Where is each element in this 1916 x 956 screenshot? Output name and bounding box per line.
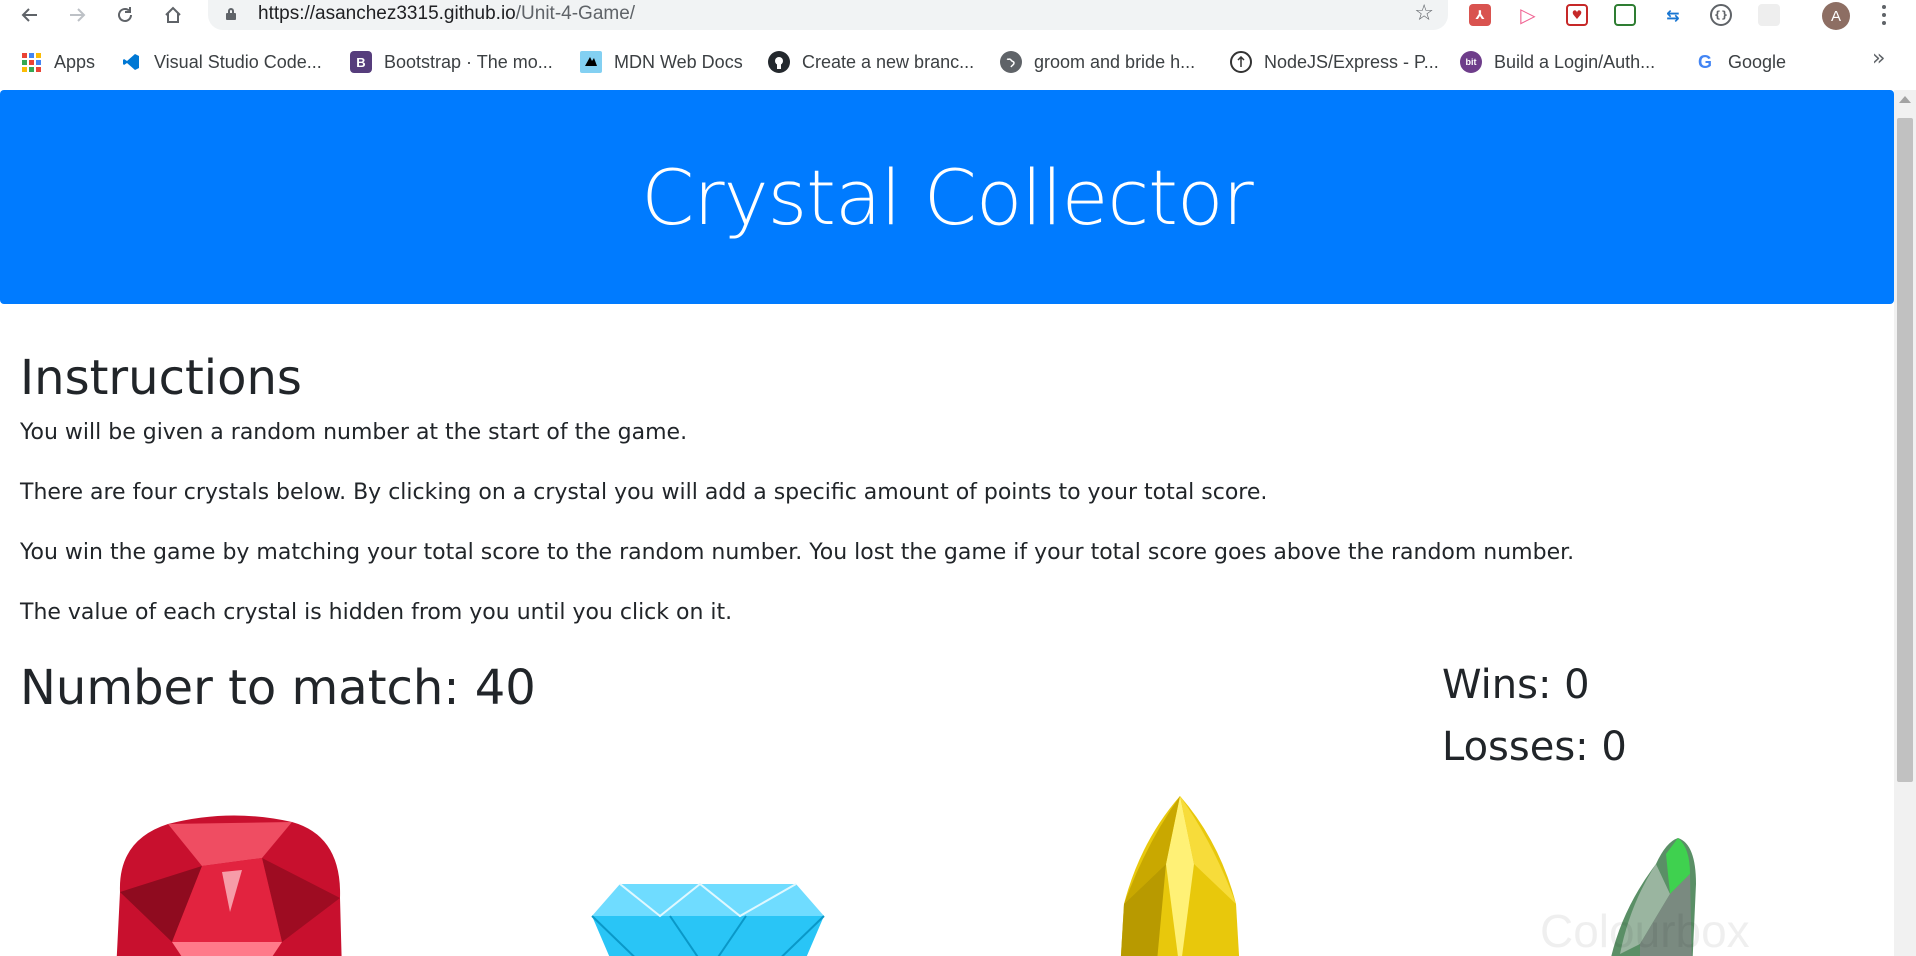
browser-menu-icon[interactable]	[1876, 0, 1892, 30]
page-title: Crystal Collector	[641, 152, 1253, 242]
vscode-icon	[120, 51, 142, 73]
bookmarks-bar: Apps Visual Studio Code... B Bootstrap ·…	[0, 46, 1916, 78]
nodejs-icon	[1230, 51, 1252, 73]
header-banner: Crystal Collector	[0, 90, 1894, 304]
image-watermark: Colourbox	[1540, 905, 1750, 956]
instruction-paragraph: The value of each crystal is hidden from…	[20, 600, 733, 625]
blank-extension-icon[interactable]	[1758, 4, 1780, 26]
red-crystal-image	[116, 815, 342, 956]
bookmark-apps[interactable]: Apps	[20, 46, 95, 78]
bit-icon: bit	[1460, 51, 1482, 73]
wins-count: Wins: 0	[1442, 662, 1590, 708]
lock-icon	[226, 8, 236, 20]
pocket-extension-icon[interactable]: ♥	[1566, 4, 1588, 26]
profile-avatar[interactable]: A	[1822, 2, 1850, 30]
url-text: https://asanchez3315.github.io/Unit-4-Ga…	[258, 3, 636, 24]
instruction-paragraph: You win the game by matching your total …	[20, 540, 1575, 565]
instruction-paragraph: You will be given a random number at the…	[20, 420, 688, 445]
globe-icon	[1000, 51, 1022, 73]
cast-extension-icon[interactable]: ▷	[1517, 3, 1539, 27]
bookmark-star-icon[interactable]: ☆	[1414, 1, 1434, 26]
scroll-up-arrow-icon[interactable]	[1899, 96, 1911, 103]
bootstrap-icon: B	[350, 51, 372, 73]
page-viewport: Crystal Collector Instructions You will …	[0, 90, 1894, 956]
bookmark-groom[interactable]: groom and bride h...	[1000, 46, 1195, 78]
instructions-heading: Instructions	[20, 350, 302, 406]
browser-toolbar: https://asanchez3315.github.io/Unit-4-Ga…	[0, 0, 1916, 30]
blue-crystal-button[interactable]	[590, 876, 826, 956]
google-icon: G	[1694, 51, 1716, 73]
bookmarks-overflow-icon[interactable]: »	[1872, 46, 1885, 71]
json-extension-icon[interactable]: {}	[1710, 4, 1732, 26]
scroll-thumb[interactable]	[1897, 118, 1913, 782]
blue-crystal-image	[591, 882, 825, 956]
back-arrow-icon[interactable]	[15, 0, 45, 30]
number-to-match: Number to match: 40	[20, 660, 536, 716]
losses-count: Losses: 0	[1442, 724, 1627, 770]
screenshot-extension-icon[interactable]	[1614, 4, 1636, 26]
page-scrollbar[interactable]	[1894, 90, 1916, 956]
address-bar[interactable]: https://asanchez3315.github.io/Unit-4-Ga…	[208, 0, 1448, 30]
reload-icon[interactable]	[110, 0, 140, 30]
yellow-crystal-image	[1120, 796, 1240, 956]
yellow-crystal-button[interactable]	[1116, 794, 1244, 956]
pdf-extension-icon[interactable]: ⅄	[1469, 4, 1491, 26]
forward-arrow-icon[interactable]	[62, 0, 92, 30]
bookmark-mdn[interactable]: MDN Web Docs	[580, 46, 743, 78]
bookmark-github[interactable]: Create a new branc...	[768, 46, 974, 78]
github-icon	[768, 51, 790, 73]
mdn-icon	[580, 51, 602, 73]
bookmark-vscode[interactable]: Visual Studio Code...	[120, 46, 322, 78]
bookmark-nodejs[interactable]: NodeJS/Express - P...	[1230, 46, 1439, 78]
bookmark-bit[interactable]: bit Build a Login/Auth...	[1460, 46, 1655, 78]
apps-grid-icon	[20, 51, 42, 73]
bookmark-google[interactable]: G Google	[1694, 46, 1786, 78]
red-crystal-button[interactable]	[112, 812, 348, 956]
bookmark-bootstrap[interactable]: B Bootstrap · The mo...	[350, 46, 553, 78]
home-icon[interactable]	[158, 0, 188, 30]
swap-extension-icon[interactable]: ⇆	[1662, 4, 1684, 26]
instruction-paragraph: There are four crystals below. By clicki…	[20, 480, 1268, 505]
